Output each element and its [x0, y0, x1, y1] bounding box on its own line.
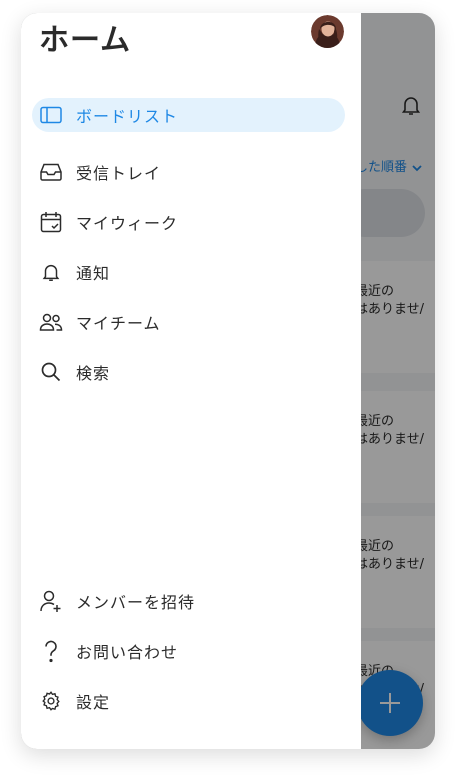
- nav-item-board-list[interactable]: ボードリスト: [21, 97, 361, 133]
- nav-item-notifications[interactable]: 通知: [21, 247, 361, 297]
- drawer-bottom-nav: メンバーを招待 お問い合わせ 設定: [21, 576, 361, 726]
- nav-item-label: マイチーム: [76, 314, 161, 333]
- invite-member-item[interactable]: メンバーを招待: [21, 576, 361, 626]
- contact-item[interactable]: お問い合わせ: [21, 626, 361, 676]
- nav-item-search[interactable]: 検索: [21, 347, 361, 397]
- inbox-icon: [39, 160, 63, 184]
- search-icon: [39, 360, 63, 384]
- nav-item-label: メンバーを招待: [76, 593, 196, 612]
- add-user-icon: [39, 589, 63, 613]
- app-window: した順番 最近の はありませ/ 最近の はありませ/ 最近の はありませ/ 最近…: [21, 13, 435, 749]
- nav-item-my-team[interactable]: マイチーム: [21, 297, 361, 347]
- avatar[interactable]: [311, 15, 344, 48]
- nav-item-inbox[interactable]: 受信トレイ: [21, 147, 361, 197]
- calendar-check-icon: [39, 210, 63, 234]
- nav-item-label: 通知: [76, 264, 111, 283]
- nav-item-label: マイウィーク: [76, 214, 179, 233]
- board-list-icon: [39, 103, 63, 127]
- settings-item[interactable]: 設定: [21, 676, 361, 726]
- bell-icon: [39, 260, 63, 284]
- nav-item-label: 設定: [76, 693, 111, 712]
- nav-item-label: 受信トレイ: [76, 164, 162, 183]
- gear-icon: [39, 689, 63, 713]
- drawer-title: ホーム: [39, 23, 132, 58]
- nav-item-label: 検索: [76, 364, 111, 383]
- navigation-drawer: ホーム ボードリスト 受信トレイ マイウィーク 通知 マイチーム 検索 メンバー…: [21, 13, 361, 749]
- question-icon: [39, 639, 63, 663]
- nav-item-label: お問い合わせ: [76, 643, 179, 662]
- nav-item-label: ボードリスト: [76, 107, 179, 126]
- nav-item-my-week[interactable]: マイウィーク: [21, 197, 361, 247]
- team-icon: [39, 310, 63, 334]
- drawer-nav: ボードリスト 受信トレイ マイウィーク 通知 マイチーム 検索: [21, 97, 361, 397]
